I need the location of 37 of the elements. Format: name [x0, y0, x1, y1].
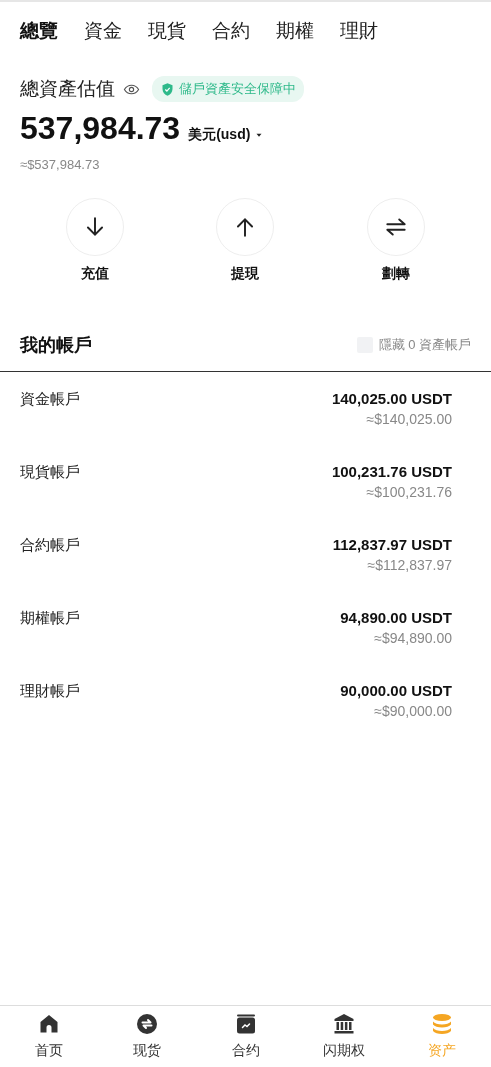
total-balance: 537,984.73 [20, 110, 181, 147]
tab[interactable]: 期權 [276, 16, 314, 46]
approx-value: ≈$537,984.73 [19, 156, 101, 172]
action-label: 提現 [231, 265, 260, 283]
checkbox-label: 隱藏 0 資產帳戶 [378, 336, 471, 354]
account-amount: 100,231.76 USDT [331, 463, 452, 480]
tab[interactable]: 總覽 [20, 16, 58, 46]
action-label: 充值 [81, 265, 110, 283]
section-title: 總資產估值 [20, 77, 115, 101]
account-approx-value: ≈$112,837.97 [367, 557, 452, 573]
nav-item[interactable]: 合约 [196, 1012, 295, 1067]
account-amount: 90,000.00 USDT [340, 682, 452, 699]
account-approx-value: ≈$94,890.00 [374, 630, 452, 646]
account-name: 資金帳戶 [20, 390, 80, 409]
swap-circle-icon [135, 1012, 160, 1036]
action-label: 劃轉 [381, 265, 410, 283]
account-amount: 112,837.97 USDT [332, 536, 452, 553]
tab[interactable]: 理財 [340, 16, 378, 46]
tab[interactable]: 資金 [84, 16, 122, 46]
account-amount: 94,890.00 USDT [340, 609, 452, 626]
currency-dropdown[interactable]: 美元(usd) [188, 126, 265, 144]
account-name: 期權帳戶 [20, 609, 80, 628]
account-name: 合約帳戶 [20, 536, 80, 555]
account-amount: 140,025.00 USDT [331, 390, 452, 407]
account-approx-value: ≈$90,000.00 [374, 703, 452, 719]
account-approx-value: ≈$100,231.76 [366, 484, 452, 500]
nav-item[interactable]: 现货 [98, 1012, 197, 1067]
account-approx-value: ≈$140,025.00 [366, 411, 452, 427]
tab[interactable]: 合約 [212, 16, 250, 46]
account-name: 現貨帳戶 [20, 463, 80, 482]
tab[interactable]: 現貨 [148, 16, 186, 46]
nav-item[interactable]: 首页 [0, 1012, 99, 1067]
section-title: 我的帳戶 [20, 334, 92, 357]
nav-item[interactable]: 闪期权 [294, 1012, 393, 1067]
security-badge: 儲戶資產安全保障中 [152, 76, 304, 102]
account-name: 理財帳戶 [20, 682, 80, 701]
shield-check-icon [160, 81, 175, 97]
